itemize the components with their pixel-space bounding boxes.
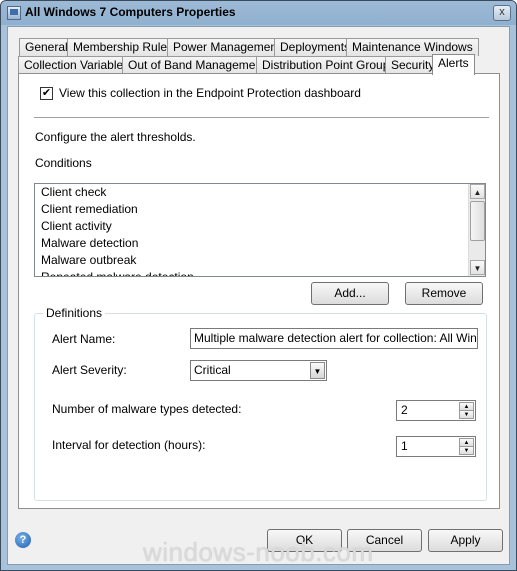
interval-stepper[interactable]: 1 ▲ ▼ [396, 436, 476, 457]
malware-types-value: 2 [401, 403, 408, 417]
interval-value: 1 [401, 439, 408, 453]
add-button[interactable]: Add... [311, 282, 389, 305]
add-button-label: Add... [334, 286, 366, 300]
tab-power-management[interactable]: Power Management [167, 38, 287, 56]
conditions-scrollbar[interactable]: ▲ ▼ [468, 184, 485, 276]
definitions-groupbox: Definitions Alert Name: Multiple malware… [34, 306, 487, 501]
malware-types-stepper[interactable]: 2 ▲ ▼ [396, 400, 476, 421]
close-button[interactable]: x [493, 5, 511, 21]
list-item[interactable]: Malware detection [35, 235, 485, 252]
spin-down-icon[interactable]: ▼ [459, 446, 474, 455]
list-item[interactable]: Client remediation [35, 201, 485, 218]
tab-distribution-point-groups[interactable]: Distribution Point Groups [256, 56, 402, 74]
configure-text: Configure the alert thresholds. [35, 130, 196, 144]
tab-deployments[interactable]: Deployments [274, 38, 357, 56]
definitions-title: Definitions [43, 306, 106, 320]
remove-button-label: Remove [421, 286, 467, 300]
dashboard-checkbox[interactable]: ✔ [40, 87, 53, 100]
tab-general[interactable]: General [19, 38, 74, 56]
alert-severity-dropdown[interactable]: Critical ▼ [190, 360, 327, 381]
help-icon[interactable]: ? [15, 532, 31, 548]
conditions-label: Conditions [35, 156, 92, 170]
spin-down-icon[interactable]: ▼ [459, 410, 474, 419]
alert-name-label: Alert Name: [52, 332, 116, 346]
tab-membership-rules[interactable]: Membership Rules [67, 38, 180, 56]
list-item[interactable]: Malware outbreak [35, 252, 485, 269]
interval-label: Interval for detection (hours): [52, 438, 206, 452]
alert-severity-label: Alert Severity: [52, 363, 127, 377]
tab-collection-variables[interactable]: Collection Variables [18, 56, 136, 74]
tab-alerts[interactable]: Alerts [432, 54, 475, 75]
alert-name-field[interactable]: Multiple malware detection alert for col… [190, 328, 478, 349]
window-icon [7, 6, 21, 20]
malware-types-label: Number of malware types detected: [52, 402, 242, 416]
scroll-down-arrow-icon[interactable]: ▼ [470, 260, 485, 275]
dashboard-checkbox-label[interactable]: View this collection in the Endpoint Pro… [59, 86, 361, 100]
separator [34, 117, 489, 118]
properties-window: All Windows 7 Computers Properties x Gen… [0, 0, 517, 571]
list-item[interactable]: Client activity [35, 218, 485, 235]
conditions-listbox[interactable]: Client check Client remediation Client a… [34, 183, 486, 277]
watermark-text: windows-noob.com [143, 537, 374, 567]
tab-out-of-band-management[interactable]: Out of Band Management [122, 56, 272, 74]
list-item[interactable]: Client check [35, 184, 485, 201]
stepper-buttons: ▲ ▼ [459, 438, 474, 455]
alerts-panel: ✔ View this collection in the Endpoint P… [18, 73, 500, 509]
stepper-buttons: ▲ ▼ [459, 402, 474, 419]
apply-button-label: Apply [450, 533, 481, 547]
list-item[interactable]: Repeated malware detection [35, 269, 485, 276]
remove-button[interactable]: Remove [405, 282, 483, 305]
dialog-client-area: General Membership Rules Power Managemen… [7, 26, 510, 565]
scroll-up-arrow-icon[interactable]: ▲ [470, 184, 485, 199]
chevron-down-icon[interactable]: ▼ [310, 362, 325, 379]
apply-button[interactable]: Apply [428, 529, 503, 552]
scrollbar-thumb[interactable] [470, 201, 485, 241]
window-title: All Windows 7 Computers Properties [25, 5, 236, 19]
title-bar[interactable]: All Windows 7 Computers Properties x [1, 1, 516, 25]
alert-severity-value: Critical [194, 363, 231, 377]
